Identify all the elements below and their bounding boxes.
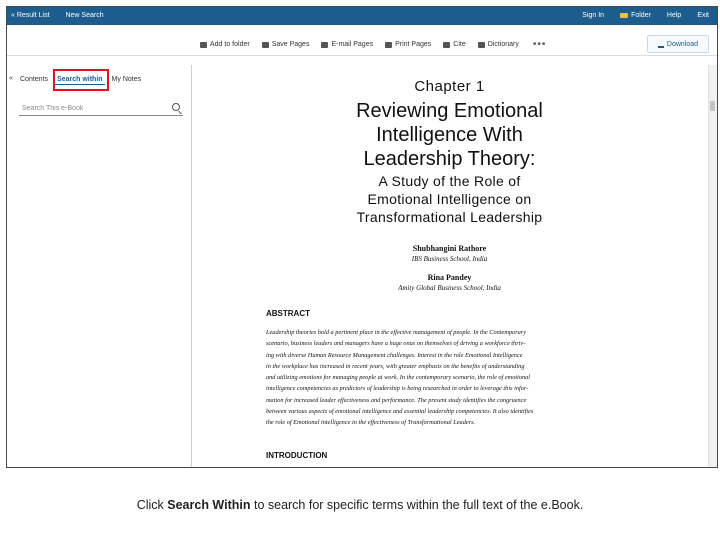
author-name: Shubhangini Rathore	[412, 244, 487, 253]
author-affiliation: IBS Business School, India	[411, 255, 488, 263]
exit-link[interactable]: Exit	[697, 12, 709, 19]
chapter-title: Reviewing Emotional Intelligence With Le…	[192, 99, 707, 171]
top-navigation-bar: « Result List New Search Sign In Folder …	[7, 7, 717, 25]
sign-in-link[interactable]: Sign In	[582, 12, 604, 19]
help-link[interactable]: Help	[667, 12, 681, 19]
abstract-line: intelligence competencies as predictors …	[266, 385, 529, 393]
chapter-subtitle: A Study of the Role of Emotional Intelli…	[192, 172, 707, 226]
instruction-caption: Click Search Within to search for specif…	[0, 498, 720, 512]
scrollbar-thumb[interactable]	[710, 101, 715, 111]
dictionary-label: Dictionary	[487, 41, 519, 48]
toolbar-divider	[7, 55, 717, 56]
document-scrollbar[interactable]	[708, 65, 717, 467]
print-pages-button[interactable]: Print Pages	[385, 41, 431, 48]
add-to-folder-button[interactable]: Add to folder	[200, 41, 250, 48]
subtitle-line: Transformational Leadership	[356, 209, 543, 225]
save-icon	[261, 41, 269, 48]
folder-icon	[620, 13, 629, 18]
search-ebook-input[interactable]	[19, 104, 165, 112]
cite-button[interactable]: Cite	[443, 41, 466, 48]
abstract-heading: ABSTRACT	[266, 309, 310, 318]
dictionary-icon	[477, 41, 485, 48]
download-icon	[657, 40, 664, 48]
add-to-folder-label: Add to folder	[210, 41, 250, 48]
document-page: Chapter 1 Reviewing Emotional Intelligen…	[192, 65, 707, 467]
subtitle-line: A Study of the Role of	[378, 173, 521, 189]
download-label: Download	[666, 40, 699, 48]
caption-prefix: Click	[136, 498, 168, 512]
abstract-line: and utilizing emotions for managing peop…	[266, 374, 531, 382]
search-icon[interactable]	[172, 103, 180, 111]
title-line: Leadership Theory:	[363, 148, 536, 170]
cite-label: Cite	[453, 41, 466, 48]
save-pages-button[interactable]: Save Pages	[261, 41, 310, 48]
abstract-line: scenario, business leaders and managers …	[266, 340, 526, 348]
title-line: Intelligence With	[376, 124, 523, 146]
abstract-line: between various aspects of emotional int…	[266, 408, 534, 416]
cite-icon	[443, 41, 451, 48]
abstract-line: mation for increased leader effectivenes…	[266, 396, 527, 404]
chapter-heading: Chapter 1	[414, 78, 485, 95]
tab-contents[interactable]: Contents	[18, 75, 50, 85]
search-within-box	[19, 101, 183, 116]
print-icon	[385, 41, 393, 48]
subtitle-line: Emotional Intelligence on	[367, 191, 532, 207]
caption-suffix: to search for specific terms within the …	[250, 498, 584, 512]
sidebar-panel: Contents Search within My Notes	[7, 65, 192, 467]
ebook-viewer-window: « Result List New Search Sign In Folder …	[6, 6, 718, 468]
folder-label: Folder	[631, 12, 651, 19]
tab-my-notes[interactable]: My Notes	[110, 75, 144, 85]
abstract-line: in the workplace has increased in recent…	[266, 362, 525, 370]
search-within-highlight-box	[53, 69, 109, 91]
introduction-heading: INTRODUCTION	[266, 451, 328, 460]
document-toolbar: Add to folder Save Pages E-mail Pages Pr…	[7, 33, 717, 55]
folder-add-icon	[200, 41, 207, 48]
email-pages-button[interactable]: E-mail Pages	[321, 41, 373, 48]
authors-block: Shubhangini Rathore IBS Business School,…	[192, 243, 707, 293]
new-search-link[interactable]: New Search	[65, 12, 103, 19]
title-line: Reviewing Emotional	[356, 100, 543, 122]
author-affiliation: Amity Global Business School, India	[398, 284, 501, 292]
folder-link[interactable]: Folder	[620, 12, 651, 19]
print-pages-label: Print Pages	[395, 41, 432, 48]
email-pages-label: E-mail Pages	[331, 41, 374, 48]
author-name: Rina Pandey	[427, 273, 472, 282]
dictionary-button[interactable]: Dictionary	[477, 41, 519, 48]
abstract-line: the role of Emotional intelligence in th…	[266, 419, 476, 427]
more-options-icon[interactable]: •••	[533, 39, 547, 50]
caption-bold: Search Within	[167, 498, 251, 512]
download-button[interactable]: Download	[647, 35, 709, 53]
email-icon	[321, 41, 329, 48]
abstract-line: ing with diverse Human Resource Manageme…	[266, 351, 523, 359]
abstract-text: Leadership theories hold a pertinent pla…	[266, 327, 646, 429]
result-list-link[interactable]: « Result List	[11, 12, 50, 19]
save-pages-label: Save Pages	[271, 41, 310, 48]
abstract-line: Leadership theories hold a pertinent pla…	[266, 329, 527, 336]
